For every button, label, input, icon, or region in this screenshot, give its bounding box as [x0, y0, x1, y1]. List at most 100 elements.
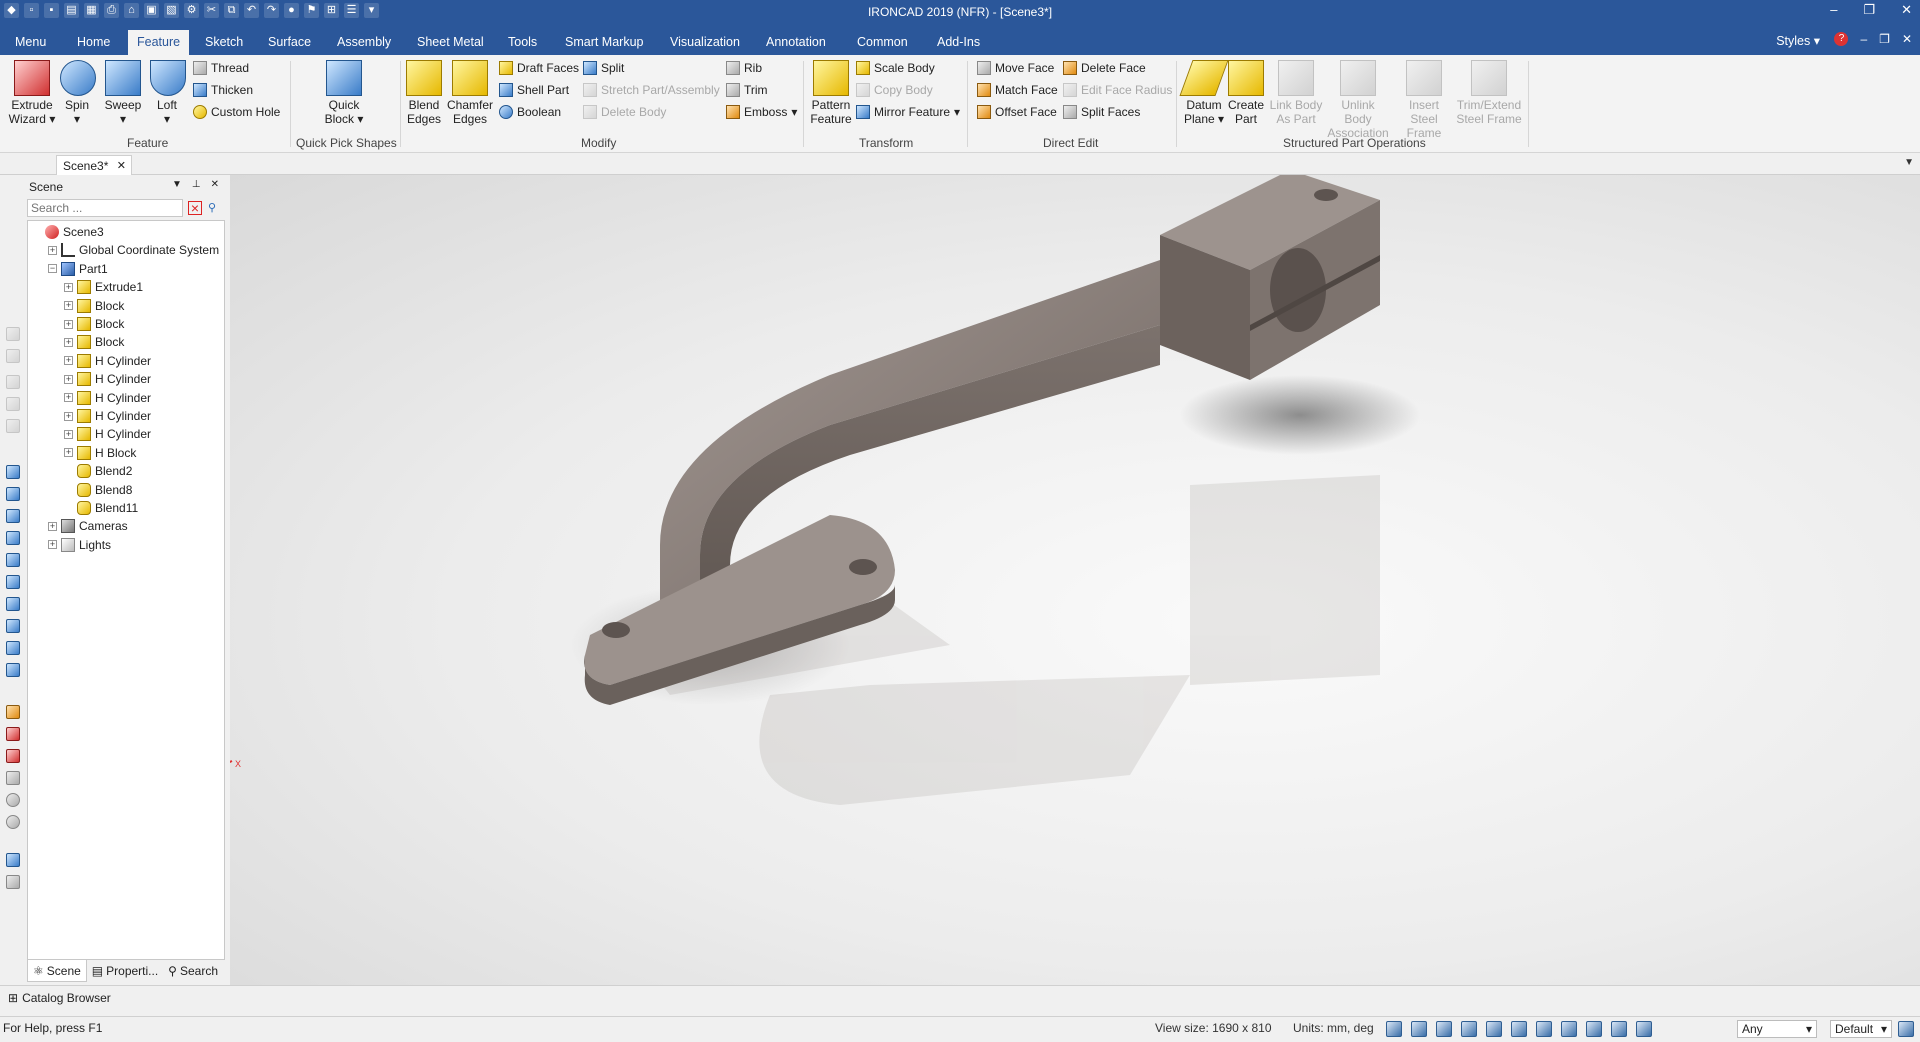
camera-icon[interactable]: [1586, 1021, 1602, 1037]
datum-plane-button[interactable]: Datum Plane ▾: [1179, 60, 1229, 126]
tab-scene[interactable]: ⚛ Scene: [27, 960, 87, 982]
spin-button[interactable]: Spin ▾: [60, 60, 96, 126]
expand-icon[interactable]: +: [64, 337, 73, 347]
no-entry-icon[interactable]: [6, 815, 20, 829]
restore-icon[interactable]: ❐: [1863, 2, 1875, 18]
expand-icon[interactable]: +: [48, 540, 57, 550]
collapse-icon[interactable]: −: [48, 264, 57, 274]
stretch-part-button[interactable]: Stretch Part/Assembly: [583, 83, 720, 97]
tree-node[interactable]: + Block: [64, 297, 124, 315]
view-back-icon[interactable]: [6, 487, 20, 501]
split-button[interactable]: Split: [583, 61, 624, 75]
sweep-button[interactable]: Sweep ▾: [104, 60, 142, 126]
tab-search[interactable]: ⚲ Search: [163, 960, 223, 982]
tree-node[interactable]: + H Cylinder: [64, 370, 151, 388]
view-trimetric-icon[interactable]: [6, 641, 20, 655]
view-right-icon[interactable]: [6, 531, 20, 545]
section-icon[interactable]: [6, 727, 20, 741]
scene-search-input[interactable]: [27, 199, 183, 217]
shell-part-button[interactable]: Shell Part: [499, 83, 569, 97]
tree-node[interactable]: − Part1: [48, 260, 108, 278]
tab-home[interactable]: Home: [77, 30, 110, 55]
tab-tools[interactable]: Tools: [508, 30, 537, 55]
tab-list-dropdown-icon[interactable]: ▼: [1904, 157, 1914, 168]
select-cursor-icon[interactable]: [1636, 1021, 1652, 1037]
tab-sheet-metal[interactable]: Sheet Metal: [417, 30, 484, 55]
pin-icon[interactable]: ⊥: [192, 179, 201, 190]
zoom-fit-icon[interactable]: [1411, 1021, 1427, 1037]
expand-icon[interactable]: +: [64, 374, 73, 384]
background-icon[interactable]: [1561, 1021, 1577, 1037]
draft-faces-button[interactable]: Draft Faces: [499, 61, 579, 75]
expand-icon[interactable]: +: [64, 319, 73, 329]
extrude-wizard-button[interactable]: Extrude Wizard ▾: [8, 60, 56, 126]
expand-icon[interactable]: +: [64, 448, 73, 458]
render-mode-icon[interactable]: [1536, 1021, 1552, 1037]
boolean-button[interactable]: Boolean: [499, 105, 561, 119]
panel-dropdown-icon[interactable]: ▼: [172, 179, 182, 190]
mirror-feature-button[interactable]: Mirror Feature ▾: [856, 105, 960, 119]
trim-button[interactable]: Trim: [726, 83, 768, 97]
edit-face-radius-button[interactable]: Edit Face Radius: [1063, 83, 1172, 97]
rotate-icon[interactable]: [6, 793, 20, 807]
pattern-feature-button[interactable]: Pattern Feature: [808, 60, 854, 126]
3d-viewport[interactable]: Z X: [230, 175, 1920, 985]
tree-node[interactable]: + H Cylinder: [64, 389, 151, 407]
panel-close-icon[interactable]: ✕: [211, 179, 219, 190]
document-tab-scene3[interactable]: Scene3* ✕: [56, 155, 132, 175]
view-options-icon[interactable]: [1486, 1021, 1502, 1037]
doc-close-icon[interactable]: ✕: [1902, 32, 1912, 46]
view-dimetric-icon[interactable]: [6, 619, 20, 633]
ruler-icon[interactable]: [6, 875, 20, 889]
tool-icon[interactable]: [6, 397, 20, 411]
view-iso-icon[interactable]: [6, 597, 20, 611]
display-mode-icon[interactable]: [1461, 1021, 1477, 1037]
selection-filter-select[interactable]: Any ▾: [1737, 1020, 1817, 1038]
expand-icon[interactable]: +: [48, 521, 57, 531]
tree-node[interactable]: + Block: [64, 315, 124, 333]
expand-icon[interactable]: +: [64, 356, 73, 366]
tree-node[interactable]: + Global Coordinate System: [48, 241, 219, 259]
tool-icon[interactable]: [6, 419, 20, 433]
tree-node[interactable]: Scene3: [32, 223, 104, 241]
expand-icon[interactable]: +: [64, 411, 73, 421]
doc-restore-icon[interactable]: ❐: [1879, 32, 1890, 46]
smart-snap-icon[interactable]: [6, 853, 20, 867]
layout-icon[interactable]: [1898, 1021, 1914, 1037]
expand-icon[interactable]: +: [64, 301, 73, 311]
tool-icon[interactable]: [6, 375, 20, 389]
tree-node[interactable]: + Extrude1: [64, 278, 143, 296]
tree-node[interactable]: Blend8: [64, 481, 132, 499]
tree-node[interactable]: + H Block: [64, 444, 136, 462]
trim-extend-steel-frame-button[interactable]: Trim/Extend Steel Frame: [1456, 60, 1522, 126]
tab-menu[interactable]: Menu: [15, 30, 46, 55]
offset-face-button[interactable]: Offset Face: [977, 105, 1057, 119]
blend-edges-button[interactable]: Blend Edges: [404, 60, 444, 126]
close-tab-icon[interactable]: ✕: [117, 159, 126, 172]
move-face-button[interactable]: Move Face: [977, 61, 1054, 75]
match-face-button[interactable]: Match Face: [977, 83, 1058, 97]
expand-icon[interactable]: +: [64, 393, 73, 403]
emboss-button[interactable]: Emboss ▾: [726, 105, 797, 119]
tab-assembly[interactable]: Assembly: [337, 30, 391, 55]
clear-search-icon[interactable]: ×: [188, 201, 202, 215]
tab-add-ins[interactable]: Add-Ins: [937, 30, 980, 55]
unlink-body-association-button[interactable]: Unlink Body Association: [1326, 60, 1390, 140]
split-faces-button[interactable]: Split Faces: [1063, 105, 1140, 119]
tree-node[interactable]: + H Cylinder: [64, 425, 151, 443]
link-body-as-part-button[interactable]: Link Body As Part: [1268, 60, 1324, 126]
tree-node[interactable]: Blend11: [64, 499, 138, 517]
pan-icon[interactable]: [1611, 1021, 1627, 1037]
tree-node[interactable]: Blend2: [64, 462, 132, 480]
catalog-browser-bar[interactable]: ⊞ Catalog Browser: [0, 985, 1920, 1010]
view-top-icon[interactable]: [6, 553, 20, 567]
expand-icon[interactable]: +: [48, 245, 57, 255]
delete-body-button[interactable]: Delete Body: [583, 105, 666, 119]
tab-surface[interactable]: Surface: [268, 30, 311, 55]
expand-icon[interactable]: +: [64, 282, 73, 292]
chamfer-edges-button[interactable]: Chamfer Edges: [446, 60, 494, 126]
shading-icon[interactable]: [1511, 1021, 1527, 1037]
tab-smart-markup[interactable]: Smart Markup: [565, 30, 644, 55]
tree-node[interactable]: + H Cylinder: [64, 407, 151, 425]
orbit-icon[interactable]: [1436, 1021, 1452, 1037]
